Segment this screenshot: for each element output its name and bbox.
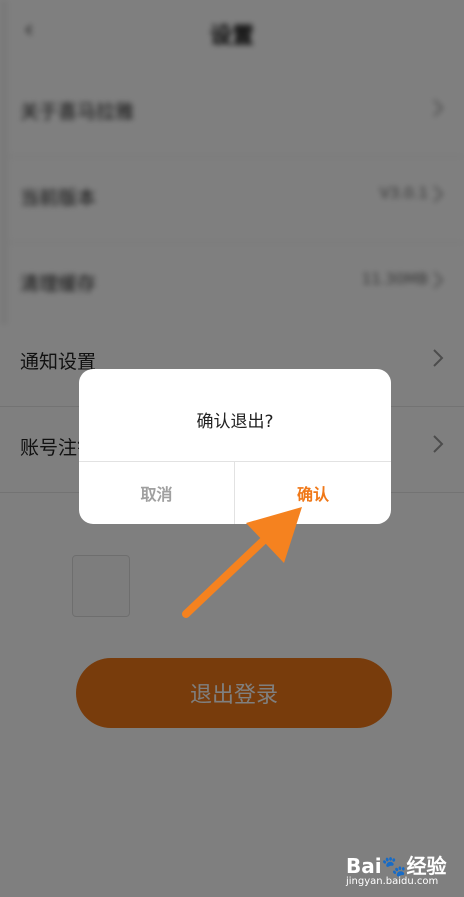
baidu-watermark: Bai🐾经验 jingyan.baidu.com bbox=[346, 850, 456, 890]
watermark-url: jingyan.baidu.com bbox=[346, 876, 439, 887]
dialog-title: 确认退出? bbox=[196, 412, 274, 432]
watermark-logo: Bai🐾经验 bbox=[346, 854, 447, 878]
confirm-button[interactable]: 确认 bbox=[235, 462, 391, 524]
cancel-button[interactable]: 取消 bbox=[79, 462, 234, 524]
confirm-logout-dialog: 确认退出? 取消 确认 bbox=[79, 369, 391, 524]
